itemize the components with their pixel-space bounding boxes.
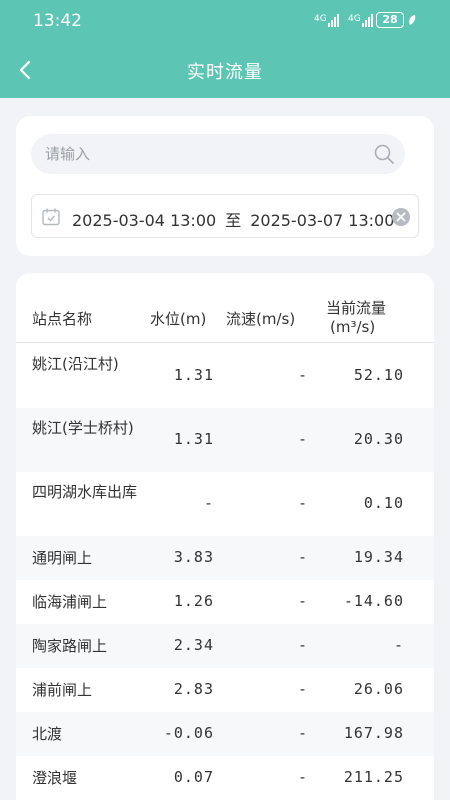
water-level: 0.07: [173, 768, 214, 786]
search-box: [31, 134, 405, 174]
current-flow: -: [393, 636, 404, 654]
water-level: -: [203, 494, 214, 512]
table-row[interactable]: 姚江(学士桥村) 1.31 - 20.30: [16, 408, 434, 472]
water-level: 1.31: [173, 366, 214, 384]
current-flow: 0.10: [363, 494, 404, 512]
current-flow: 167.98: [343, 724, 404, 742]
start-date[interactable]: 2025-03-04 13:00: [72, 211, 216, 230]
page-title: 实时流量: [187, 62, 263, 83]
water-level: 2.34: [173, 636, 214, 654]
flow-speed: -: [297, 592, 308, 610]
table-row[interactable]: 姚江(沿江村) 1.31 - 52.10: [16, 344, 434, 408]
filter-card: 2025-03-04 13:00 至 2025-03-07 13:00: [16, 116, 434, 256]
column-header-level: 水位(m): [150, 310, 207, 328]
water-level: 3.83: [173, 548, 214, 566]
search-input[interactable]: [45, 134, 365, 174]
table-row[interactable]: 澄浪堰 0.07 - 211.25: [16, 756, 434, 800]
network-type-2: 4G: [348, 14, 361, 24]
flow-speed: -: [297, 768, 308, 786]
app-header: 13:42 4G 4G 28 实时流量: [0, 0, 450, 98]
search-icon[interactable]: [373, 143, 395, 165]
flow-speed: -: [297, 430, 308, 448]
station-name: 姚江(学士桥村): [32, 419, 134, 437]
current-flow: 20.30: [353, 430, 404, 448]
network-type-1: 4G: [314, 14, 327, 24]
flow-table: 站点名称 水位(m) 流速(m/s) 当前流量 (m³/s) 姚江(沿江村) 1.…: [16, 273, 434, 800]
water-level: 1.31: [173, 430, 214, 448]
station-name: 澄浪堰: [32, 769, 78, 787]
calendar-icon: [42, 208, 60, 226]
flow-speed: -: [297, 636, 308, 654]
end-date[interactable]: 2025-03-07 13:00: [250, 211, 394, 230]
station-name: 四明湖水库出库: [32, 483, 138, 501]
signal-icon: [328, 14, 339, 27]
signal-icon: [362, 14, 373, 27]
table-row[interactable]: 四明湖水库出库 - - 0.10: [16, 472, 434, 536]
clear-icon[interactable]: [391, 207, 411, 227]
current-flow: 52.10: [353, 366, 404, 384]
table-row[interactable]: 浦前闸上 2.83 - 26.06: [16, 668, 434, 712]
station-name: 通明闸上: [32, 549, 93, 567]
table-row[interactable]: 临海浦闸上 1.26 - -14.60: [16, 580, 434, 624]
date-separator: 至: [225, 211, 242, 230]
current-flow: 211.25: [343, 768, 404, 786]
current-flow: 19.34: [353, 548, 404, 566]
leaf-icon: [409, 15, 416, 25]
status-time: 13:42: [33, 11, 82, 31]
water-level: 1.26: [173, 592, 214, 610]
current-flow: 26.06: [353, 680, 404, 698]
water-level: 2.83: [173, 680, 214, 698]
station-name: 临海浦闸上: [32, 593, 108, 611]
water-level: -0.06: [163, 724, 214, 742]
table-row[interactable]: 北渡 -0.06 - 167.98: [16, 712, 434, 756]
date-range-text[interactable]: 2025-03-04 13:00 至 2025-03-07 13:00: [72, 207, 394, 231]
table-row[interactable]: 陶家路闸上 2.34 - -: [16, 624, 434, 668]
table-row[interactable]: 通明闸上 3.83 - 19.34: [16, 536, 434, 580]
flow-speed: -: [297, 680, 308, 698]
flow-speed: -: [297, 724, 308, 742]
flow-speed: -: [297, 494, 308, 512]
status-bar: 13:42 4G 4G 28: [0, 8, 450, 36]
station-name: 北渡: [32, 725, 63, 743]
flow-speed: -: [297, 366, 308, 384]
battery-icon: 28: [376, 12, 404, 28]
station-name: 陶家路闸上: [32, 637, 108, 655]
column-header-station: 站点名称: [32, 310, 93, 328]
date-range-picker[interactable]: 2025-03-04 13:00 至 2025-03-07 13:00: [31, 194, 419, 238]
current-flow: -14.60: [343, 592, 404, 610]
table-header: 站点名称 水位(m) 流速(m/s) 当前流量 (m³/s): [16, 291, 434, 343]
flow-speed: -: [297, 548, 308, 566]
station-name: 浦前闸上: [32, 681, 93, 699]
station-name: 姚江(沿江村): [32, 355, 119, 373]
column-header-flow: 当前流量: [326, 299, 387, 317]
column-header-speed: 流速(m/s): [226, 310, 296, 328]
column-header-flow-unit: (m³/s): [330, 318, 376, 336]
